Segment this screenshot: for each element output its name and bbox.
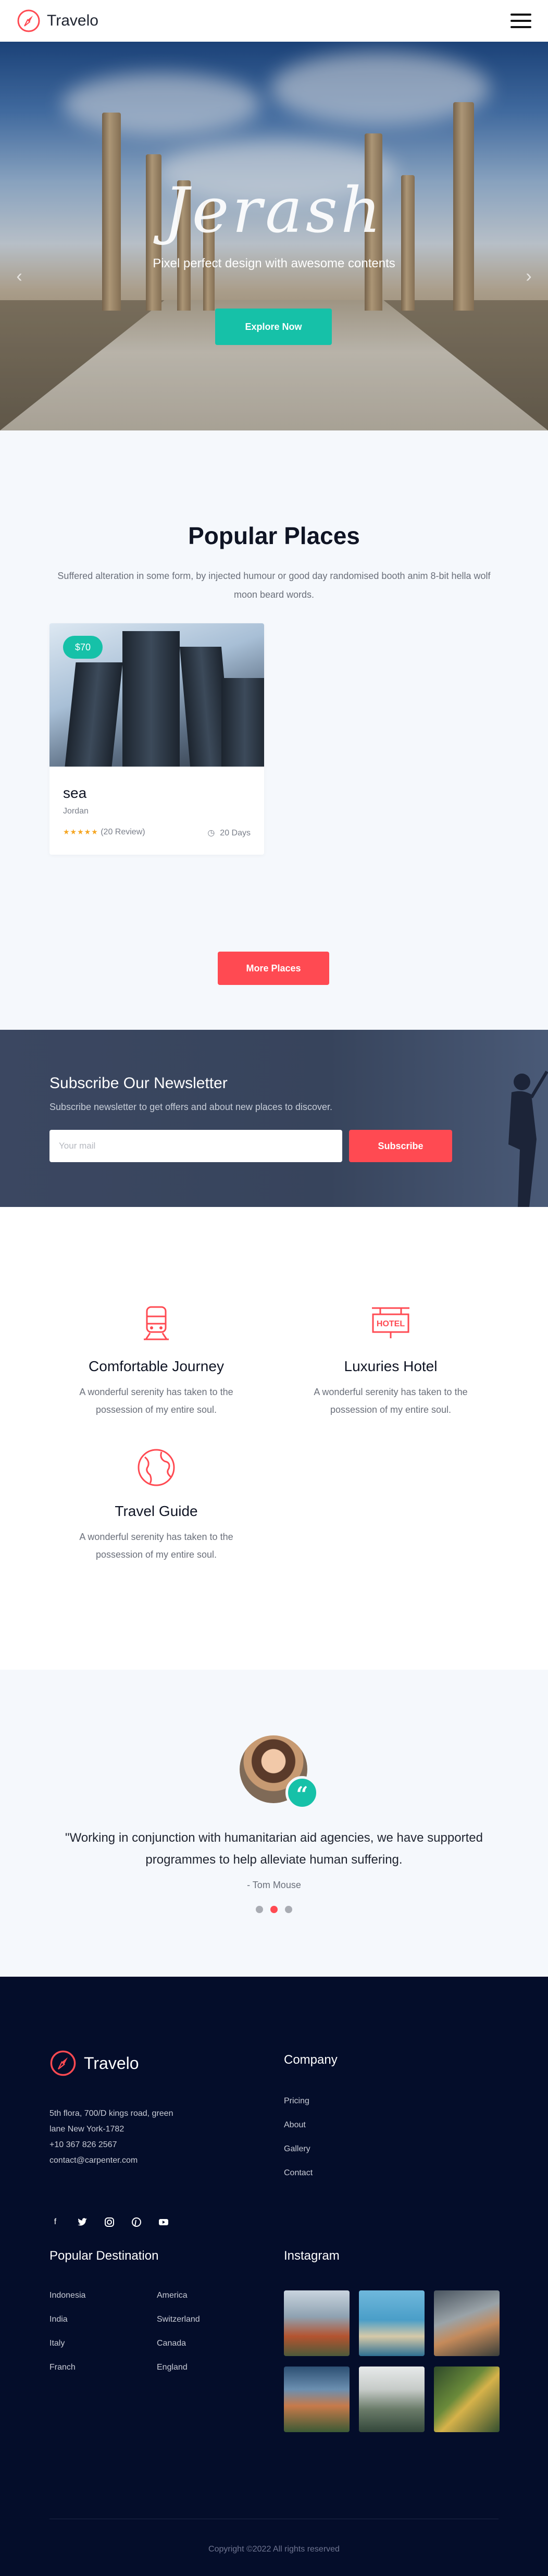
review-count: (20 Review): [101, 828, 145, 836]
compass-logo-icon: [50, 2050, 76, 2076]
price-badge: $70: [63, 636, 103, 659]
destination-link[interactable]: Indonesia: [49, 2288, 157, 2303]
feature-text: A wonderful serenity has taken to the po…: [314, 1387, 468, 1415]
instagram-photo[interactable]: [284, 2290, 350, 2356]
instagram-photo[interactable]: [434, 2290, 500, 2356]
star-rating-icon: ★★★★★: [63, 828, 98, 836]
footer-brand-logo[interactable]: Travelo: [49, 2050, 139, 2077]
instagram-icon[interactable]: [104, 2216, 115, 2228]
duration-text: 20 Days: [220, 829, 251, 837]
destination-link[interactable]: Italy: [49, 2336, 157, 2351]
train-icon: [144, 1306, 169, 1340]
instagram-photo[interactable]: [359, 2367, 425, 2432]
destination-heading: Popular Destination: [49, 2249, 159, 2263]
destination-link[interactable]: England: [157, 2360, 258, 2375]
testimonial-section: “ "Working in conjunction with humanitar…: [0, 1670, 548, 1977]
address-line: lane New York-1782: [49, 2125, 124, 2134]
feature-title: Comfortable Journey: [89, 1358, 224, 1374]
footer-link-gallery[interactable]: Gallery: [284, 2142, 313, 2166]
hamburger-line: [510, 26, 531, 28]
twitter-icon[interactable]: [77, 2216, 88, 2228]
testimonial-pagination: [0, 1906, 548, 1913]
place-card[interactable]: $70 sea Jordan ★★★★★ (20 Review) ◷ 20 Day…: [49, 623, 264, 855]
slider-dot-active[interactable]: [270, 1906, 278, 1913]
subscribe-button[interactable]: Subscribe: [349, 1130, 452, 1162]
instagram-photo[interactable]: [434, 2367, 500, 2432]
place-meta: ★★★★★ (20 Review) ◷ 20 Days: [63, 828, 251, 838]
building-shape: [122, 631, 180, 767]
footer-brand-name: Travelo: [84, 2053, 139, 2073]
footer-link-contact[interactable]: Contact: [284, 2166, 313, 2190]
features-section: Comfortable Journey A wonderful serenity…: [0, 1207, 548, 1670]
destination-links: Indonesia America India Switzerland Ital…: [49, 2288, 258, 2375]
duration: ◷ 20 Days: [207, 828, 251, 838]
destination-link[interactable]: Switzerland: [157, 2312, 258, 2327]
hero-subtitle: Pixel perfect design with awesome conten…: [153, 256, 395, 270]
compass-logo-icon: [17, 9, 40, 32]
youtube-icon[interactable]: [158, 2216, 169, 2228]
clock-icon: ◷: [207, 829, 215, 837]
slider-dot[interactable]: [285, 1906, 292, 1913]
company-heading: Company: [284, 2053, 338, 2067]
instagram-photo[interactable]: [284, 2367, 350, 2432]
feature-title: Luxuries Hotel: [344, 1358, 438, 1374]
site-header: Travelo: [0, 0, 548, 42]
explore-now-button[interactable]: Explore Now: [215, 309, 332, 345]
site-footer: Travelo 5th flora, 700/D kings road, gre…: [0, 1977, 548, 2576]
quote-icon: “: [285, 1776, 319, 1809]
popular-places-section: Popular Places Suffered alteration in so…: [0, 430, 548, 1030]
facebook-icon[interactable]: f: [49, 2216, 61, 2228]
pinterest-icon[interactable]: [131, 2216, 142, 2228]
feature-card: Comfortable Journey A wonderful serenity…: [57, 1301, 255, 1419]
building-shape: [221, 678, 264, 767]
hotel-icon: HOTEL: [372, 1307, 409, 1338]
destination-link[interactable]: America: [157, 2288, 258, 2303]
testimonial-author: - Tom Mouse: [247, 1880, 301, 1890]
more-places-button[interactable]: More Places: [218, 952, 329, 985]
newsletter-title: Subscribe Our Newsletter: [49, 1075, 228, 1092]
copyright-text: Copyright ©2022 All rights reserved: [208, 2545, 340, 2554]
footer-address: 5th flora, 700/D kings road, green lane …: [49, 2106, 173, 2168]
feature-text: A wonderful serenity has taken to the po…: [79, 1387, 233, 1415]
footer-link-about[interactable]: About: [284, 2118, 313, 2142]
newsletter-section: Subscribe Our Newsletter Subscribe newsl…: [0, 1030, 548, 1207]
place-image[interactable]: $70: [49, 623, 264, 767]
hamburger-line: [510, 20, 531, 22]
place-name[interactable]: sea: [63, 785, 86, 802]
hamburger-line: [510, 14, 531, 16]
feature-card: HOTEL Luxuries Hotel A wonderful serenit…: [292, 1301, 490, 1419]
email-address[interactable]: contact@carpenter.com: [49, 2153, 173, 2168]
testimonial-quote: "Working in conjunction with humanitaria…: [65, 1831, 483, 1867]
newsletter-subtitle: Subscribe newsletter to get offers and a…: [49, 1102, 332, 1112]
slider-dot[interactable]: [256, 1906, 263, 1913]
destination-link[interactable]: Franch: [49, 2360, 157, 2375]
section-title: Popular Places: [188, 522, 360, 549]
feature-card: Travel Guide A wonderful serenity has ta…: [57, 1446, 255, 1563]
instagram-gallery: [284, 2290, 500, 2432]
brand-name: Travelo: [47, 12, 98, 29]
section-description: Suffered alteration in some form, by inj…: [57, 571, 491, 600]
instagram-photo[interactable]: [359, 2290, 425, 2356]
rating: ★★★★★ (20 Review): [63, 828, 145, 838]
destination-link[interactable]: India: [49, 2312, 157, 2327]
instagram-heading: Instagram: [284, 2249, 340, 2263]
feature-text: A wonderful serenity has taken to the po…: [79, 1532, 233, 1560]
globe-icon: [138, 1449, 175, 1486]
brand-logo[interactable]: Travelo: [17, 9, 98, 33]
address-line: 5th flora, 700/D kings road, green: [49, 2109, 173, 2118]
menu-toggle-button[interactable]: [510, 14, 531, 28]
place-location: Jordan: [63, 807, 89, 816]
svg-text:HOTEL: HOTEL: [377, 1320, 405, 1328]
destination-link[interactable]: Canada: [157, 2336, 258, 2351]
social-links: f: [49, 2216, 169, 2228]
hero-title: Jerash: [164, 175, 384, 247]
phone-number[interactable]: +10 367 826 2567: [49, 2137, 173, 2153]
building-shape: [65, 662, 123, 767]
newsletter-email-input[interactable]: [49, 1130, 342, 1162]
company-links: Pricing About Gallery Contact: [284, 2094, 313, 2190]
feature-title: Travel Guide: [115, 1503, 198, 1519]
hero-slider: ‹ › Jerash Pixel perfect design with awe…: [0, 42, 548, 430]
hiker-silhouette-icon: [508, 1070, 548, 1207]
footer-link-pricing[interactable]: Pricing: [284, 2094, 313, 2118]
